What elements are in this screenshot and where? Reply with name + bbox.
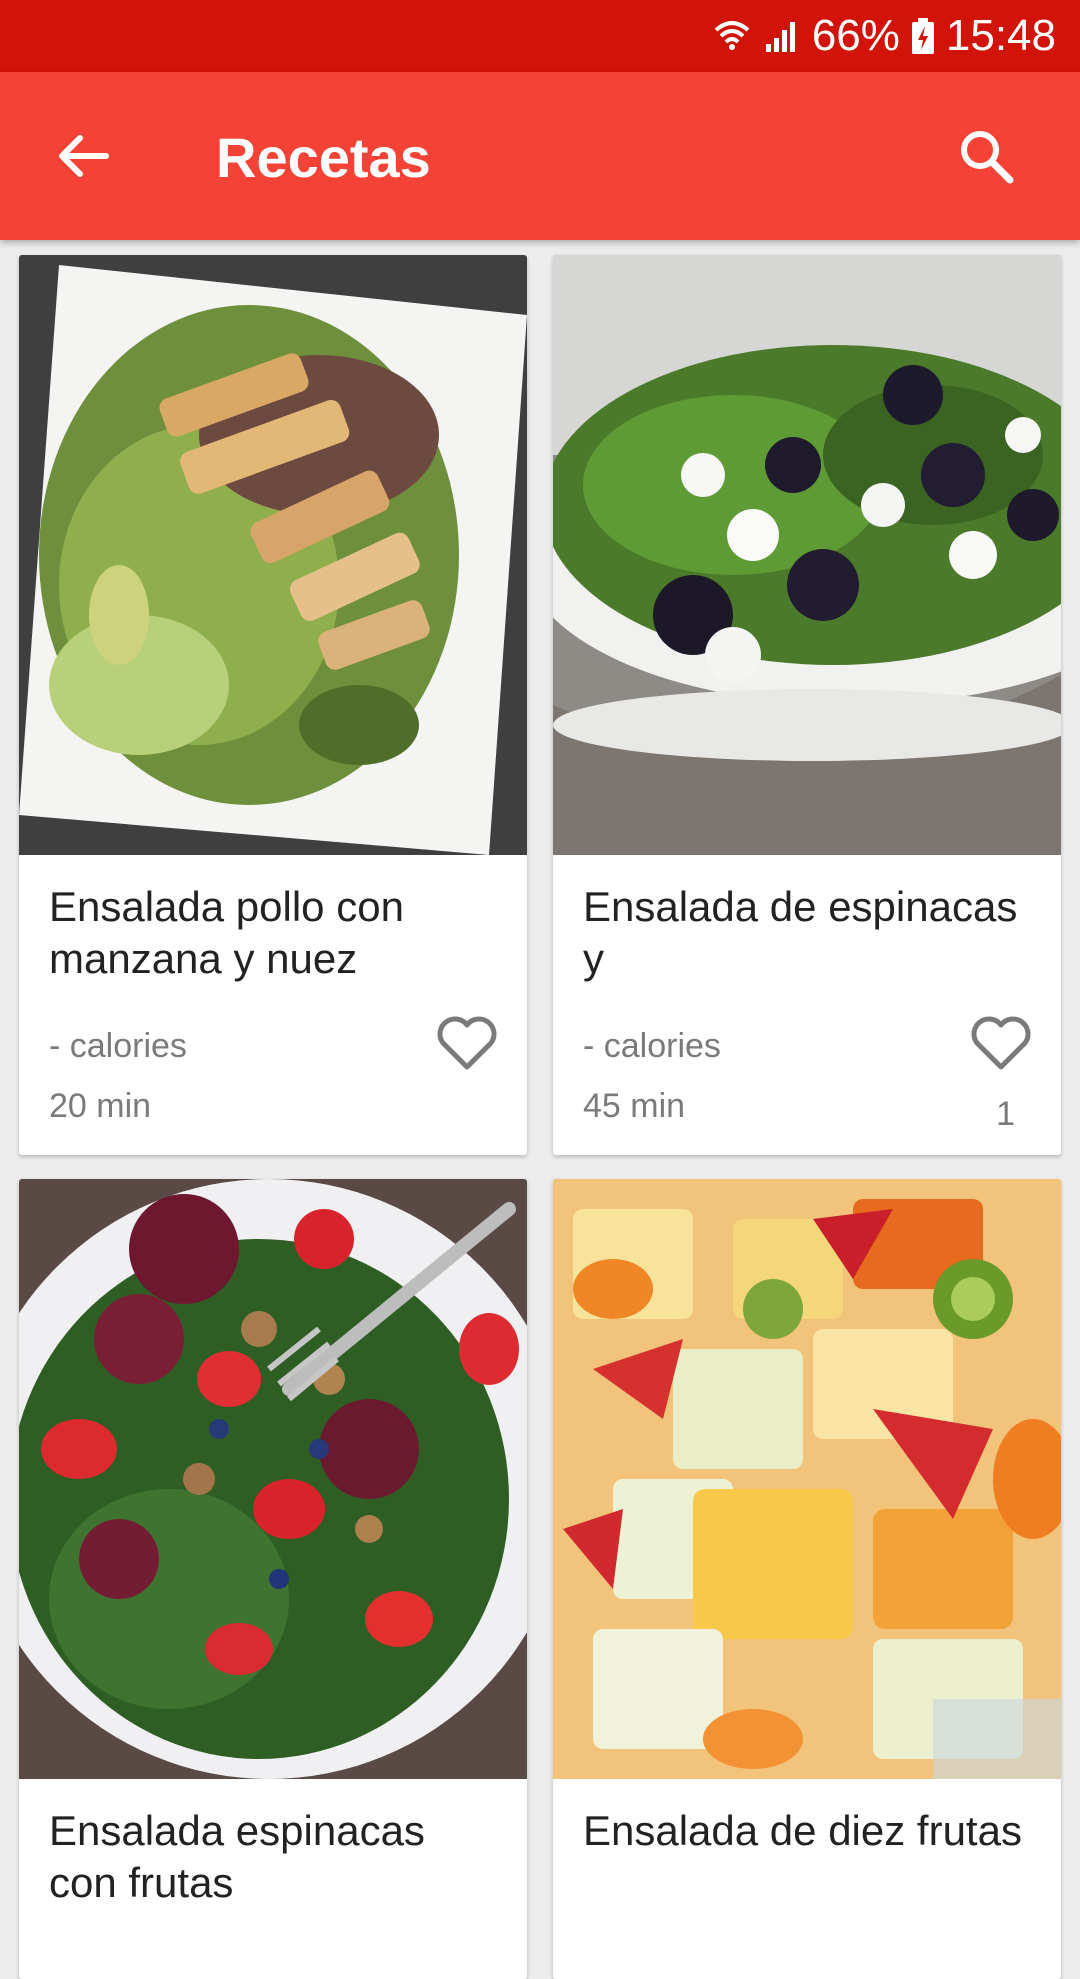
recipe-time: 45 min <box>583 1087 686 1125</box>
recipe-photo <box>19 1179 527 1779</box>
search-button[interactable] <box>954 124 1018 188</box>
recipe-name: Ensalada de espinacas y <box>583 883 1018 982</box>
recipe-name: Ensalada espinacas con frutas <box>49 1807 425 1906</box>
recipe-card[interactable]: Ensalada espinacas con frutas <box>19 1179 527 1979</box>
signal-icon <box>762 16 802 56</box>
recipe-photo <box>553 1179 1061 1779</box>
favorite-button[interactable] <box>969 1013 1033 1073</box>
recipe-card[interactable]: Ensalada de espinacas y - calories 45 mi… <box>553 255 1061 1155</box>
battery-percent: 66% <box>811 11 900 60</box>
recipe-photo <box>19 255 527 855</box>
recipe-card[interactable]: Ensalada pollo con manzana y nuez - calo… <box>19 255 527 1155</box>
status-icons: 66% 15:48 <box>712 0 1056 72</box>
battery-charging-icon <box>910 16 936 56</box>
recipe-photo <box>553 255 1061 855</box>
recipe-time: 20 min <box>49 1087 152 1125</box>
recipe-calories: - calories <box>49 1027 187 1065</box>
app-bar: Recetas <box>0 72 1080 240</box>
arrow-back-icon <box>59 135 109 177</box>
favorite-button[interactable] <box>435 1013 499 1073</box>
heart-icon <box>971 1016 1031 1070</box>
favorite-count: 1 <box>996 1095 1015 1133</box>
back-button[interactable] <box>50 124 114 188</box>
clock: 15:48 <box>945 11 1056 60</box>
recipe-card[interactable]: Ensalada de diez frutas <box>553 1179 1061 1979</box>
recipe-name: Ensalada de diez frutas <box>583 1807 1022 1854</box>
heart-icon <box>437 1016 497 1070</box>
status-bar: 66% 15:48 <box>0 0 1080 72</box>
page-title: Recetas <box>216 126 431 189</box>
recipe-calories: - calories <box>583 1027 721 1065</box>
wifi-icon <box>712 16 752 56</box>
search-icon <box>961 131 1014 184</box>
recipe-name: Ensalada pollo con manzana y nuez <box>49 883 404 982</box>
